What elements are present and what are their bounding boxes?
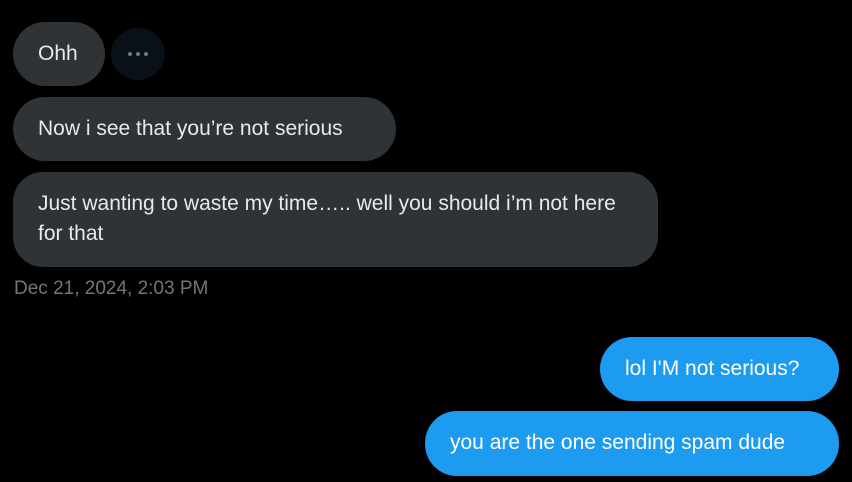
message-text: Just wanting to waste my time….. well yo…: [38, 192, 616, 245]
message-bubble-sent[interactable]: you are the one sending spam dude: [425, 411, 839, 476]
message-bubble-received[interactable]: Just wanting to waste my time….. well yo…: [13, 172, 658, 267]
message-bubble-received[interactable]: Now i see that you’re not serious: [13, 97, 396, 161]
message-timestamp: Dec 21, 2024, 2:03 PM: [14, 278, 209, 299]
message-bubble-sent[interactable]: lol I'M not serious?: [600, 337, 839, 401]
message-text: lol I'M not serious?: [625, 357, 800, 380]
message-text: Now i see that you’re not serious: [38, 117, 343, 140]
more-horizontal-icon: [126, 51, 150, 57]
message-more-options-button[interactable]: [111, 28, 165, 80]
message-text: Ohh: [38, 42, 78, 65]
message-bubble-received[interactable]: Ohh: [13, 22, 105, 86]
message-text: you are the one sending spam dude: [450, 431, 786, 454]
